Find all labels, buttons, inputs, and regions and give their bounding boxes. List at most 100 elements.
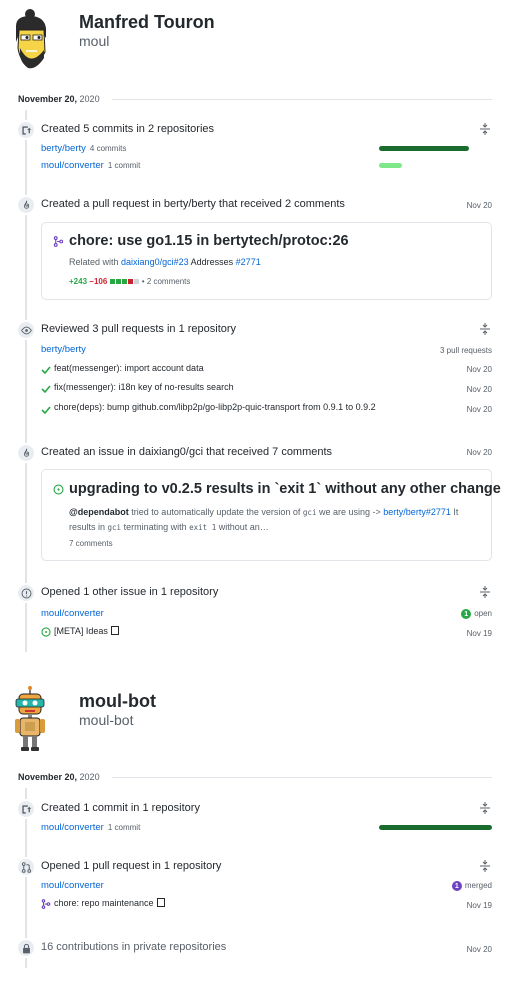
diff-square [115, 279, 121, 285]
commits-summary: Created 5 commits in 2 repositories [41, 123, 215, 135]
fold-icon[interactable] [479, 323, 491, 335]
issue-body-text: without an… [218, 522, 269, 532]
issue-opened-icon [53, 484, 64, 495]
addresses-prefix: Addresses [190, 257, 234, 267]
date-heading: November 20, 2020 [18, 92, 492, 106]
pr-item-title[interactable]: chore: repo maintenance [54, 898, 154, 908]
issue-body-text: terminating with [123, 522, 187, 532]
pr-comments[interactable]: 2 comments [147, 277, 191, 286]
issue-comments[interactable]: 7 comments [69, 539, 113, 548]
private-date: Nov 20 [466, 945, 492, 954]
issue-link[interactable]: berty/berty#2771 [383, 507, 451, 517]
addresses-link[interactable]: #2771 [236, 257, 261, 267]
repo-link-converter[interactable]: moul/converter 1 commit [41, 822, 140, 833]
check-icon [41, 406, 51, 415]
user-login: moul-bot [79, 712, 134, 728]
repo-name[interactable]: moul/converter [41, 822, 104, 833]
commits-summary: Created 1 commit in 1 repository [41, 802, 200, 814]
issue-code: gci [107, 523, 122, 532]
open-label: open [474, 609, 492, 619]
eye-icon [16, 320, 36, 340]
repo-link-reviews[interactable]: berty/berty [41, 344, 86, 355]
issue-author[interactable]: @dependabot [69, 507, 129, 517]
issue-opened-icon [41, 627, 51, 637]
user-name[interactable]: moul-bot [79, 691, 156, 712]
deletions-count: −106 [89, 277, 108, 286]
event-date: Nov 20 [466, 448, 492, 457]
repo-push-icon [16, 120, 36, 140]
commit-count[interactable]: 1 commit [108, 823, 140, 832]
review-item[interactable]: fix(messenger): i18n key of no-results s… [54, 382, 234, 392]
date-year: 2020 [79, 94, 100, 104]
diff-square [121, 279, 127, 285]
repo-push-icon [16, 799, 36, 819]
date-heading: November 20, 2020 [18, 770, 492, 784]
issue-title[interactable]: upgrading to v0.2.5 results in `exit 1` … [69, 481, 501, 497]
commit-count[interactable]: 4 commits [90, 144, 126, 153]
related-prefix: Related with [69, 257, 119, 267]
date-divider [111, 776, 492, 778]
user-name[interactable]: Manfred Touron [79, 12, 215, 33]
review-date: Nov 20 [466, 365, 492, 374]
repo-link-other-issue[interactable]: moul/converter [41, 608, 104, 619]
pr-diffstat: +243 −106 • 2 comments [69, 277, 191, 286]
pr-created-summary: Created a pull request in berty/berty th… [41, 198, 345, 210]
related-link[interactable]: daixiang0/gci#23 [121, 257, 189, 267]
pr-date: Nov 19 [466, 901, 492, 910]
review-date: Nov 20 [466, 405, 492, 414]
date-month-day: November 20, [18, 94, 78, 104]
pull-request-icon [53, 236, 64, 247]
pr-title[interactable]: chore: use go1.15 in bertytech/protoc:26 [69, 233, 349, 249]
review-item[interactable]: feat(messenger): import account data [54, 363, 204, 373]
git-pull-request-icon [16, 857, 36, 877]
issue-item-title[interactable]: [META] Ideas [54, 626, 108, 636]
pr-body: Related with daixiang0/gci#23 Addresses … [69, 257, 261, 267]
fold-icon[interactable] [479, 586, 491, 598]
open-badge: 1 open [461, 609, 492, 619]
date-divider [111, 98, 492, 100]
fold-icon[interactable] [479, 802, 491, 814]
issue-body-text: we are using -> [318, 507, 381, 517]
private-contributions: 16 contributions in private repositories [41, 941, 227, 953]
repo-name[interactable]: berty/berty [41, 143, 86, 154]
commit-bar-converter [379, 163, 402, 168]
issue-date: Nov 19 [466, 629, 492, 638]
commit-bar-berty [379, 146, 469, 151]
date-month-day: November 20, [18, 772, 78, 782]
review-count: 3 pull requests [439, 346, 492, 355]
repo-name[interactable]: moul/converter [41, 160, 104, 171]
info-icon [16, 583, 36, 603]
check-icon [41, 366, 51, 375]
flame-icon [16, 443, 36, 463]
other-issue-summary: Opened 1 other issue in 1 repository [41, 586, 219, 598]
avatar-moul-bot[interactable] [14, 686, 46, 752]
issue-card: upgrading to v0.2.5 results in `exit 1` … [41, 469, 501, 561]
pr-opened-summary: Opened 1 pull request in 1 repository [41, 860, 222, 872]
additions-count: +243 [69, 277, 88, 286]
lock-icon [16, 938, 36, 958]
merged-label: merged [464, 881, 492, 891]
pr-item[interactable]: chore: repo maintenance [54, 898, 165, 908]
diff-square [133, 279, 139, 285]
open-count: 1 [461, 609, 472, 619]
issue-item[interactable]: [META] Ideas [54, 626, 119, 636]
review-item[interactable]: chore(deps): bump github.com/libp2p/go-l… [54, 402, 376, 412]
fold-icon[interactable] [479, 860, 491, 872]
avatar-manfred[interactable] [10, 8, 52, 72]
repo-link-berty[interactable]: berty/berty 4 commits [41, 143, 126, 154]
review-date: Nov 20 [466, 385, 492, 394]
issue-code: gci [302, 508, 317, 517]
commit-bar-converter [379, 825, 492, 830]
check-icon [41, 385, 51, 394]
merged-badge: 1 merged [451, 881, 492, 891]
box-glyph [110, 626, 119, 635]
repo-link-converter[interactable]: moul/converter 1 commit [41, 160, 140, 171]
commit-count[interactable]: 1 commit [108, 161, 140, 170]
box-glyph [156, 898, 165, 907]
repo-link-pr[interactable]: moul/converter [41, 880, 104, 891]
merged-count: 1 [451, 881, 462, 891]
pr-card: chore: use go1.15 in bertytech/protoc:26… [41, 222, 492, 300]
fold-icon[interactable] [479, 123, 491, 135]
timeline-line [25, 110, 27, 652]
pull-request-icon [41, 899, 51, 909]
